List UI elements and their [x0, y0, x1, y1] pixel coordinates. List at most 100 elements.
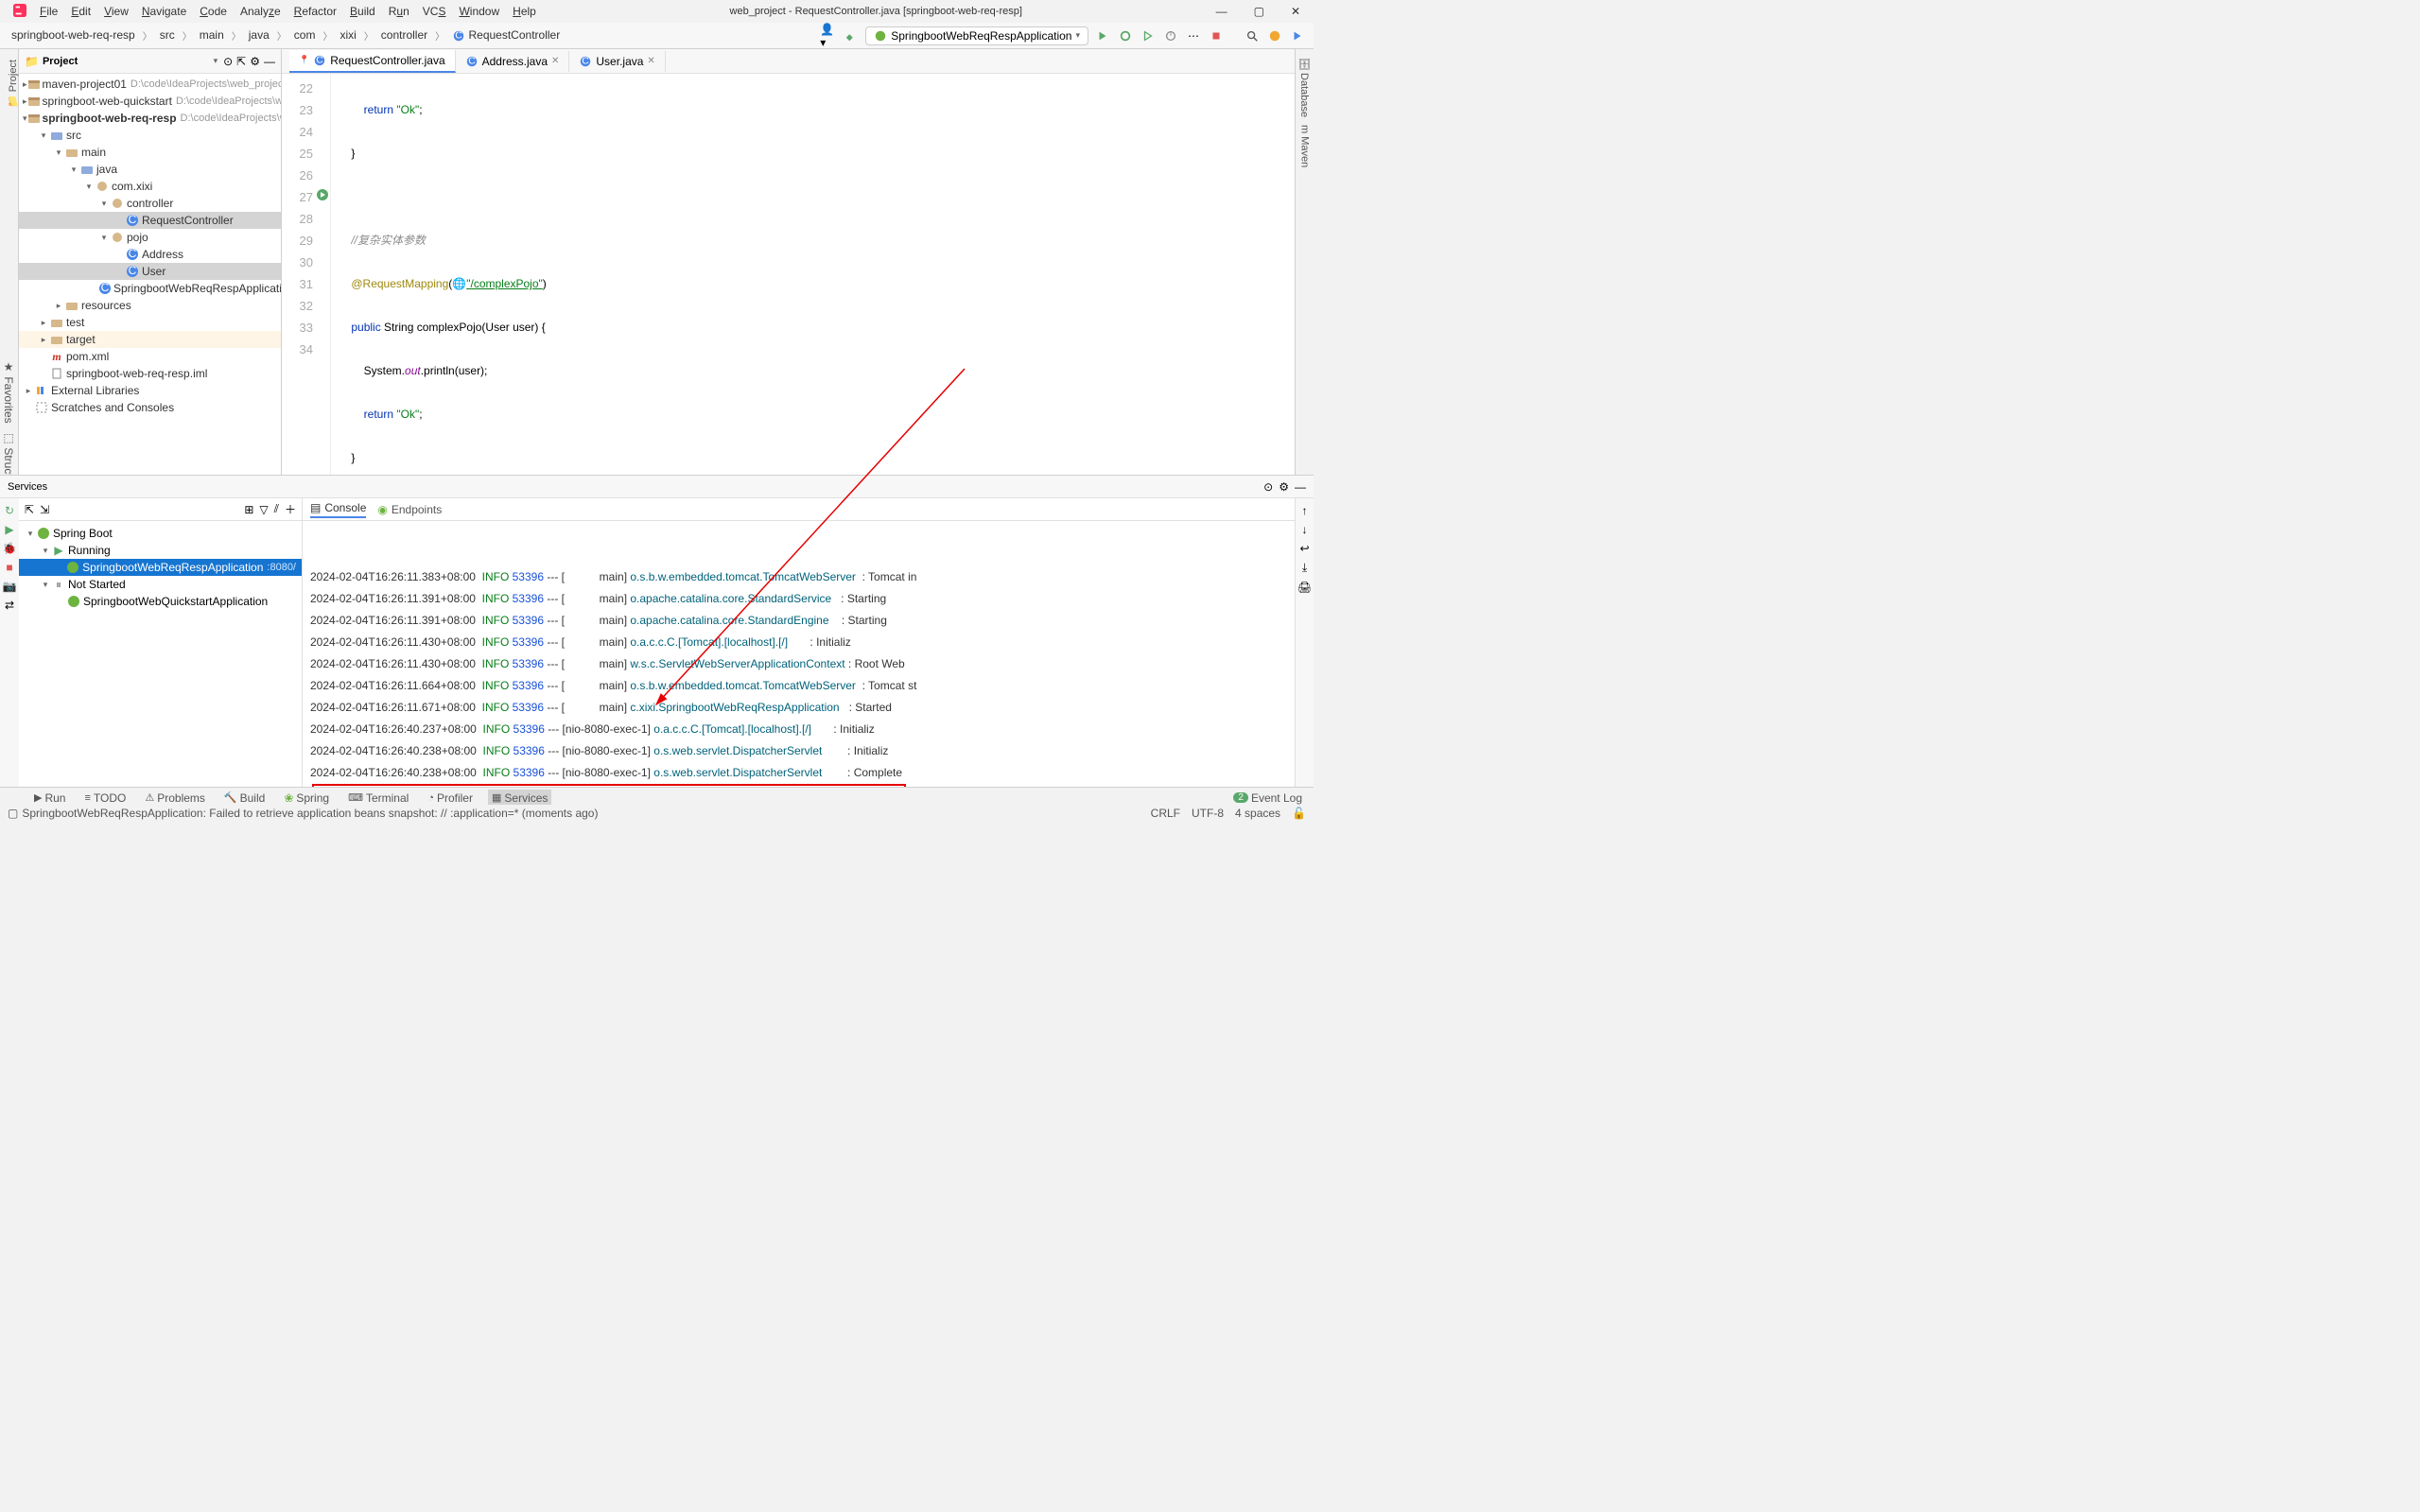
tree-node[interactable]: ▾src	[19, 127, 281, 144]
gear-icon[interactable]: ⚙	[1279, 480, 1289, 494]
gear-icon[interactable]: ⚙	[250, 55, 260, 68]
tree-node[interactable]: CRequestController	[19, 212, 281, 229]
select-opened-file-icon[interactable]: ⊙	[223, 55, 233, 68]
build-tool-button[interactable]: 🔨 Build	[220, 790, 269, 807]
filter-icon[interactable]: ▽	[259, 503, 268, 516]
breadcrumb-item[interactable]: com	[290, 26, 320, 43]
debug-icon[interactable]	[1117, 27, 1134, 44]
ide-actions-icon[interactable]	[1289, 27, 1306, 44]
close-button[interactable]: ✕	[1285, 3, 1306, 20]
add-icon[interactable]: ＋	[285, 501, 296, 517]
breadcrumb-item[interactable]: java	[245, 26, 273, 43]
coverage-icon[interactable]	[1140, 27, 1157, 44]
services-tool-button[interactable]: ▦ Services	[488, 790, 551, 807]
favorites-tool-button[interactable]: ★ Favorites	[2, 360, 15, 424]
menu-refactor[interactable]: Refactor	[288, 3, 342, 20]
updates-icon[interactable]	[1266, 27, 1283, 44]
minimize-button[interactable]: —	[1210, 3, 1233, 20]
expand-all-icon[interactable]: ⇱	[25, 503, 34, 516]
breadcrumb-item[interactable]: C RequestController	[448, 26, 564, 44]
menu-edit[interactable]: Edit	[65, 3, 96, 20]
spring-tool-button[interactable]: ❀ Spring	[280, 790, 333, 807]
tree-node[interactable]: ▾com.xixi	[19, 178, 281, 195]
menu-build[interactable]: Build	[344, 3, 381, 20]
menu-help[interactable]: Help	[507, 3, 542, 20]
breadcrumb-item[interactable]: springboot-web-req-resp	[8, 26, 139, 43]
encoding-indicator[interactable]: UTF-8	[1192, 807, 1224, 820]
event-log-button[interactable]: 2 Event Log	[1229, 790, 1306, 807]
problems-tool-button[interactable]: ⚠ Problems	[141, 790, 209, 807]
terminal-tool-button[interactable]: ⌨ Terminal	[344, 790, 412, 807]
menu-view[interactable]: View	[98, 3, 134, 20]
menu-code[interactable]: Code	[194, 3, 233, 20]
tree-node[interactable]: ▾springboot-web-req-respD:\code\IdeaProj…	[19, 110, 281, 127]
group-by-icon[interactable]: ⊞	[244, 503, 253, 516]
debug-icon[interactable]: 🐞	[3, 542, 17, 555]
database-tool-button[interactable]: 🗄 Database	[1298, 57, 1311, 117]
tree-node[interactable]: ▸maven-project01D:\code\IdeaProjects\web…	[19, 76, 281, 93]
camera-icon[interactable]: 📷	[3, 580, 17, 593]
breadcrumb-item[interactable]: main	[196, 26, 228, 43]
close-tab-icon[interactable]: ✕	[647, 56, 654, 66]
services-tree-node[interactable]: ▾▶Running	[19, 542, 302, 559]
maven-tool-button[interactable]: m Maven	[1299, 125, 1311, 167]
rerun-icon[interactable]: ↻	[5, 504, 14, 517]
user-icon[interactable]: 👤▾	[820, 27, 837, 44]
run-configuration-selector[interactable]: SpringbootWebReqRespApplication ▾	[865, 26, 1088, 45]
project-tool-button[interactable]: 📁 Project	[7, 60, 19, 108]
profile-icon[interactable]	[1162, 27, 1179, 44]
editor-tab[interactable]: CUser.java✕	[569, 51, 665, 72]
tree-node[interactable]: mpom.xml	[19, 348, 281, 365]
menu-file[interactable]: File	[34, 3, 63, 20]
scroll-end-icon[interactable]: ⤓	[1302, 561, 1307, 575]
indent-indicator[interactable]: 4 spaces	[1235, 807, 1280, 820]
close-tab-icon[interactable]: ✕	[551, 56, 559, 66]
print-icon[interactable]: 🖨	[1297, 581, 1312, 594]
collapse-all-icon[interactable]: ⇲	[40, 503, 49, 516]
scroll-down-icon[interactable]: ↓	[1302, 523, 1308, 536]
breadcrumb-item[interactable]: xixi	[336, 26, 359, 43]
menu-analyze[interactable]: Analyze	[235, 3, 287, 20]
run-tool-button[interactable]: ▶ Run	[30, 790, 69, 807]
menu-run[interactable]: Run	[383, 3, 415, 20]
todo-tool-button[interactable]: ≡ TODO	[80, 790, 130, 807]
breadcrumb-item[interactable]: controller	[377, 26, 431, 43]
tree-node[interactable]: springboot-web-req-resp.iml	[19, 365, 281, 382]
menu-vcs[interactable]: VCS	[417, 3, 452, 20]
tree-node[interactable]: ▸test	[19, 314, 281, 331]
status-icon[interactable]: ▢	[8, 807, 18, 820]
stop-icon[interactable]	[1208, 27, 1225, 44]
endpoints-tab[interactable]: ◉Endpoints	[377, 503, 442, 516]
services-tree-node[interactable]: ▾Spring Boot	[19, 525, 302, 542]
dashboard-icon[interactable]: ⊙	[1263, 480, 1273, 494]
menu-navigate[interactable]: Navigate	[136, 3, 192, 20]
build-hammer-icon[interactable]	[843, 27, 860, 44]
run-icon[interactable]: ▶	[5, 523, 13, 536]
tree-node[interactable]: CSpringbootWebReqRespApplication	[19, 280, 281, 297]
editor-tab[interactable]: 📍CRequestController.java	[289, 50, 456, 73]
breadcrumb-item[interactable]: src	[156, 26, 179, 43]
run-gutter-icon[interactable]	[316, 188, 329, 204]
console-tab[interactable]: ▤Console	[310, 501, 366, 518]
menu-window[interactable]: Window	[453, 3, 505, 20]
services-tree-node[interactable]: ▾⏸Not Started	[19, 576, 302, 593]
services-tree-node[interactable]: SpringbootWebReqRespApplication :8080/	[19, 559, 302, 576]
editor-tab[interactable]: CAddress.java✕	[456, 51, 570, 72]
console-output[interactable]: 2024-02-04T16:26:11.383+08:00 INFO 53396…	[303, 521, 1295, 793]
stop-icon[interactable]: ■	[6, 561, 12, 574]
tree-node[interactable]: ▸target	[19, 331, 281, 348]
tree-node[interactable]: ▸External Libraries	[19, 382, 281, 399]
line-ending-indicator[interactable]: CRLF	[1151, 807, 1180, 820]
run-icon[interactable]	[1094, 27, 1111, 44]
hide-icon[interactable]: —	[264, 55, 275, 68]
profiler-tool-button[interactable]: ◔ Profiler	[424, 790, 477, 807]
soft-wrap-icon[interactable]: ↩	[1299, 542, 1309, 555]
tree-node[interactable]: CAddress	[19, 246, 281, 263]
tree-node[interactable]: ▾pojo	[19, 229, 281, 246]
services-tree-node[interactable]: SpringbootWebQuickstartApplication	[19, 593, 302, 610]
settings-icon[interactable]: ⇄	[5, 599, 14, 612]
tree-node[interactable]: ▾main	[19, 144, 281, 161]
scroll-up-icon[interactable]: ↑	[1302, 504, 1308, 517]
tree-node[interactable]: Scratches and Consoles	[19, 399, 281, 416]
tree-node[interactable]: ▸springboot-web-quickstartD:\code\IdeaPr…	[19, 93, 281, 110]
